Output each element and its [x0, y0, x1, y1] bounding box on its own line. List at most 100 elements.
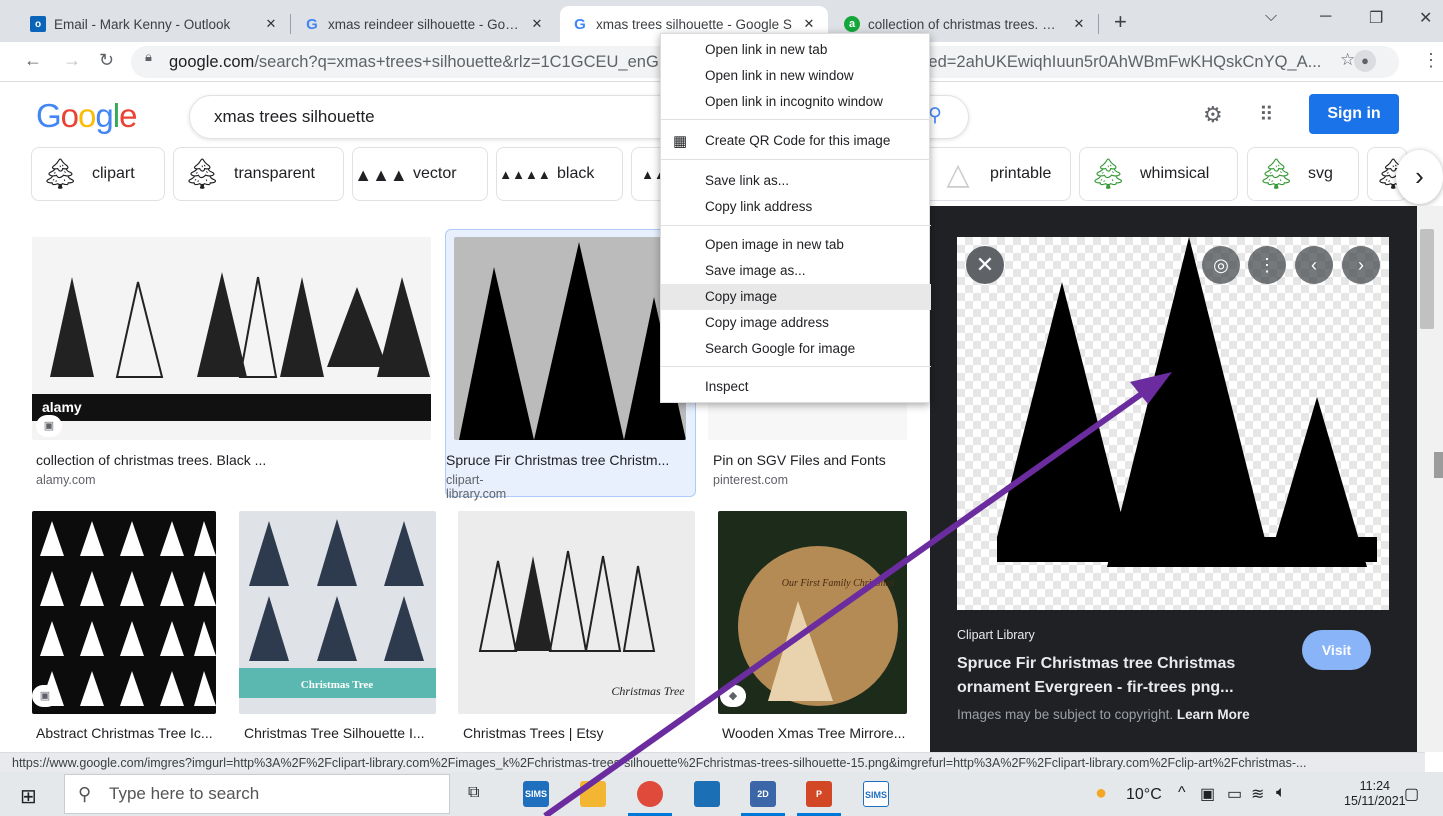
- menu-inspect[interactable]: Inspect: [661, 374, 931, 400]
- windows-start-icon[interactable]: ⊞: [20, 784, 37, 809]
- more-options-icon[interactable]: ⋮: [1248, 246, 1286, 284]
- profile-icon[interactable]: ●: [1354, 50, 1376, 72]
- green-tree-icon: 🌲︎: [1256, 158, 1296, 191]
- abstract-trees-image: [40, 521, 216, 706]
- result-image[interactable]: [454, 237, 686, 440]
- reload-icon[interactable]: ↻: [99, 50, 114, 71]
- preview-image[interactable]: [957, 237, 1389, 610]
- sims-app-icon[interactable]: SIMS: [863, 781, 889, 807]
- menu-open-link-incognito[interactable]: Open link in incognito window: [661, 89, 931, 115]
- battery-icon[interactable]: ▭: [1227, 784, 1242, 804]
- tab-title: collection of christmas trees. Blac: [868, 16, 1064, 32]
- tab-outlook[interactable]: o Email - Mark Kenny - Outlook ✕: [18, 6, 290, 42]
- result-image[interactable]: Christmas Tree: [239, 511, 436, 714]
- copyright-notice: Images may be subject to copyright. Lear…: [957, 707, 1250, 722]
- browser-menu-icon[interactable]: ⋮: [1422, 50, 1440, 71]
- restore-button[interactable]: ❐: [1369, 8, 1383, 28]
- chip-vector[interactable]: ▲▲▲ vector: [352, 147, 488, 201]
- alamy-watermark: alamy: [42, 399, 82, 415]
- result-image[interactable]: Our First Family Christmas: [718, 511, 907, 714]
- next-image-icon[interactable]: ›: [1342, 246, 1380, 284]
- result-image[interactable]: [32, 511, 216, 714]
- result-image[interactable]: Christmas Tree: [458, 511, 695, 714]
- onedrive-icon[interactable]: ▣: [1200, 784, 1215, 804]
- lock-icon[interactable]: 🔒︎: [145, 49, 152, 65]
- google-logo[interactable]: Google: [36, 97, 137, 135]
- menu-copy-image[interactable]: Copy image: [661, 284, 931, 310]
- panel-title[interactable]: Spruce Fir Christmas tree Christmas orna…: [957, 652, 1287, 700]
- previous-image-icon[interactable]: ‹: [1295, 246, 1333, 284]
- menu-open-link-new-window[interactable]: Open link in new window: [661, 63, 931, 89]
- wooden-ornament-image: Our First Family Christmas: [738, 546, 898, 706]
- menu-copy-link-address[interactable]: Copy link address: [661, 194, 931, 220]
- trees-thumb-icon: ▲▲▲▲: [499, 167, 551, 182]
- menu-save-image-as[interactable]: Save image as...: [661, 258, 931, 284]
- lens-icon[interactable]: ◎: [1202, 246, 1240, 284]
- close-tab-icon[interactable]: ✕: [1072, 16, 1086, 32]
- spruce-fir-trees-image: [997, 237, 1377, 567]
- close-tab-icon[interactable]: ✕: [530, 16, 544, 32]
- minimize-button[interactable]: ─: [1320, 8, 1331, 26]
- menu-divider: [661, 159, 931, 160]
- forward-icon[interactable]: →: [63, 50, 81, 71]
- notifications-icon[interactable]: ▢: [1404, 784, 1419, 804]
- tab-search-icon[interactable]: ⌵: [1265, 8, 1277, 26]
- sims-app-icon[interactable]: SIMS: [523, 781, 549, 807]
- learn-more-link[interactable]: Learn More: [1177, 707, 1250, 722]
- sketchup-icon[interactable]: [694, 781, 720, 807]
- new-tab-button[interactable]: +: [1114, 9, 1127, 35]
- menu-create-qr-code[interactable]: Create QR Code for this image: [661, 128, 931, 154]
- task-view-icon[interactable]: ⧉: [468, 784, 479, 802]
- weather-icon[interactable]: ●: [1095, 782, 1107, 805]
- menu-copy-image-address[interactable]: Copy image address: [661, 310, 931, 336]
- result-source: alamy.com: [36, 473, 96, 487]
- image-title: Christmas Tree: [611, 684, 685, 698]
- taskbar-clock[interactable]: 11:24 15/11/2021: [1344, 779, 1406, 809]
- tab-title: xmas reindeer silhouette - Googl: [328, 16, 522, 32]
- scrollbar-thumb[interactable]: [1420, 229, 1434, 329]
- wifi-icon[interactable]: ≋: [1251, 784, 1264, 804]
- ornament-text: Our First Family Christmas: [782, 578, 895, 589]
- context-menu: Open link in new tab Open link in new wi…: [660, 33, 931, 403]
- weather-temp[interactable]: 10°C: [1126, 786, 1162, 804]
- chip-whimsical[interactable]: 🌲︎ whimsical: [1079, 147, 1238, 201]
- chip-black[interactable]: ▲▲▲▲ black: [496, 147, 623, 201]
- chevron-right-icon[interactable]: ›: [1396, 150, 1443, 204]
- menu-open-image-new-tab[interactable]: Open image in new tab: [661, 232, 931, 258]
- 2d-design-icon[interactable]: 2D: [750, 781, 776, 807]
- menu-save-link-as[interactable]: Save link as...: [661, 168, 931, 194]
- sign-in-button[interactable]: Sign in: [1309, 94, 1399, 134]
- chip-printable[interactable]: △ printable: [930, 147, 1071, 201]
- close-icon[interactable]: ✕: [966, 246, 1004, 284]
- chip-label: whimsical: [1140, 165, 1210, 182]
- close-tab-icon[interactable]: ✕: [264, 16, 278, 32]
- chip-clipart[interactable]: 🌲︎ clipart: [31, 147, 165, 201]
- chevron-up-icon[interactable]: ^: [1178, 784, 1186, 802]
- menu-search-google-for-image[interactable]: Search Google for image: [661, 336, 931, 362]
- chrome-icon[interactable]: [637, 781, 663, 807]
- file-explorer-icon[interactable]: [580, 781, 606, 807]
- back-icon[interactable]: ←: [24, 50, 42, 71]
- green-tree-icon: 🌲︎: [1088, 158, 1128, 191]
- taskbar-search-box[interactable]: ⚲ Type here to search: [64, 774, 450, 814]
- menu-open-link-new-tab[interactable]: Open link in new tab: [661, 37, 931, 63]
- chip-transparent[interactable]: 🌲︎ transparent: [173, 147, 344, 201]
- close-tab-icon[interactable]: ✕: [802, 16, 816, 32]
- bookmark-star-icon[interactable]: ☆: [1340, 50, 1355, 70]
- apps-grid-icon[interactable]: ⠿: [1259, 102, 1274, 127]
- result-image[interactable]: alamy: [32, 237, 431, 440]
- result-source: pinterest.com: [713, 473, 789, 487]
- powerpoint-icon[interactable]: P: [806, 781, 832, 807]
- alamy-icon: a: [844, 16, 860, 32]
- gear-icon[interactable]: ⚙: [1203, 102, 1223, 128]
- tab-title: xmas trees silhouette - Google S: [596, 16, 792, 32]
- address-host: google.com: [169, 53, 255, 71]
- result-caption: Abstract Christmas Tree Ic...: [36, 725, 213, 741]
- close-window-button[interactable]: ✕: [1419, 8, 1432, 28]
- chip-svg[interactable]: 🌲︎ svg: [1247, 147, 1359, 201]
- visit-button[interactable]: Visit: [1302, 630, 1371, 670]
- panel-source[interactable]: Clipart Library: [957, 628, 1035, 642]
- volume-icon[interactable]: 🔈︎: [1276, 784, 1286, 802]
- tab-reindeer[interactable]: G xmas reindeer silhouette - Googl ✕: [292, 6, 556, 42]
- panel-scroll-handle[interactable]: [1434, 452, 1443, 478]
